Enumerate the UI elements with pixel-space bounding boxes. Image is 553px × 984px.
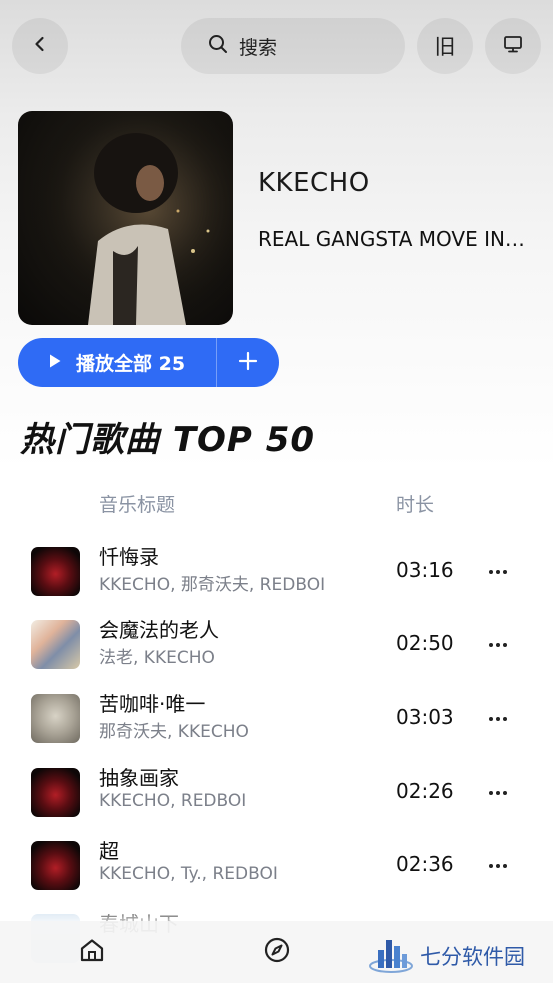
play-all-button[interactable]: 播放全部 25	[18, 338, 216, 387]
album-title: REAL GANGSTA MOVE IN…	[258, 227, 525, 251]
play-all-label: 播放全部 25	[76, 353, 186, 375]
song-artists: KKECHO, REDBOI	[99, 791, 247, 811]
back-button[interactable]	[12, 18, 68, 74]
song-artists: 法老, KKECHO	[99, 648, 215, 668]
album-cover[interactable]	[18, 111, 233, 325]
more-horizontal-icon	[488, 781, 508, 800]
song-artists: KKECHO, Ty., REDBOI	[99, 864, 278, 884]
compass-icon	[264, 937, 290, 967]
song-thumbnail	[31, 841, 80, 890]
monitor-button[interactable]	[485, 18, 541, 74]
plus-icon	[238, 351, 258, 375]
song-duration: 03:03	[396, 705, 454, 729]
song-row[interactable]: 超 KKECHO, Ty., REDBOI 02:36	[0, 839, 553, 911]
more-options-button[interactable]	[484, 557, 512, 581]
artist-name[interactable]: KKECHO	[258, 168, 370, 198]
song-title: 会魔法的老人	[99, 618, 219, 642]
column-header-title: 音乐标题	[99, 494, 176, 516]
home-icon	[79, 937, 105, 967]
more-options-button[interactable]	[484, 778, 512, 802]
old-mode-label: 旧	[434, 35, 456, 59]
more-options-button[interactable]	[484, 704, 512, 728]
monitor-icon	[502, 33, 524, 59]
song-duration: 03:16	[396, 558, 454, 582]
song-row[interactable]: 忏悔录 KKECHO, 那奇沃夫, REDBOI 03:16	[0, 545, 553, 617]
nav-home-button[interactable]	[78, 938, 106, 966]
column-header-duration: 时长	[396, 494, 435, 516]
search-bar[interactable]: 搜索	[181, 18, 405, 74]
song-thumbnail	[31, 547, 80, 596]
watermark: 七分软件园	[368, 934, 548, 978]
song-duration: 02:50	[396, 631, 454, 655]
section-title: 热门歌曲 TOP 50	[20, 420, 316, 460]
song-artists: KKECHO, 那奇沃夫, REDBOI	[99, 575, 326, 595]
more-horizontal-icon	[488, 854, 508, 873]
more-options-button[interactable]	[484, 630, 512, 654]
song-title: 忏悔录	[99, 545, 159, 569]
song-row[interactable]: 会魔法的老人 法老, KKECHO 02:50	[0, 618, 553, 690]
more-horizontal-icon	[488, 560, 508, 579]
song-title: 抽象画家	[99, 766, 179, 790]
add-to-playlist-button[interactable]	[217, 338, 279, 387]
more-options-button[interactable]	[484, 851, 512, 875]
more-horizontal-icon	[488, 707, 508, 726]
song-duration: 02:36	[396, 852, 454, 876]
song-row[interactable]: 抽象画家 KKECHO, REDBOI 02:26	[0, 766, 553, 838]
play-all-group: 播放全部 25	[18, 338, 279, 387]
song-thumbnail	[31, 768, 80, 817]
play-icon	[48, 353, 62, 373]
song-duration: 02:26	[396, 779, 454, 803]
song-row[interactable]: 苦咖啡·唯一 那奇沃夫, KKECHO 03:03	[0, 692, 553, 764]
song-thumbnail	[31, 694, 80, 743]
watermark-text: 七分软件园	[420, 945, 525, 969]
search-placeholder: 搜索	[239, 36, 278, 59]
more-horizontal-icon	[488, 633, 508, 652]
chevron-left-icon	[30, 34, 50, 58]
album-cover-art	[18, 111, 233, 325]
top-bar: 搜索 旧	[0, 0, 553, 92]
watermark-logo-icon	[368, 932, 414, 980]
song-title: 苦咖啡·唯一	[99, 692, 206, 716]
old-mode-button[interactable]: 旧	[417, 18, 473, 74]
song-thumbnail	[31, 620, 80, 669]
song-title: 超	[99, 839, 119, 863]
search-icon	[207, 33, 229, 59]
nav-discover-button[interactable]	[263, 937, 291, 967]
song-artists: 那奇沃夫, KKECHO	[99, 722, 249, 742]
